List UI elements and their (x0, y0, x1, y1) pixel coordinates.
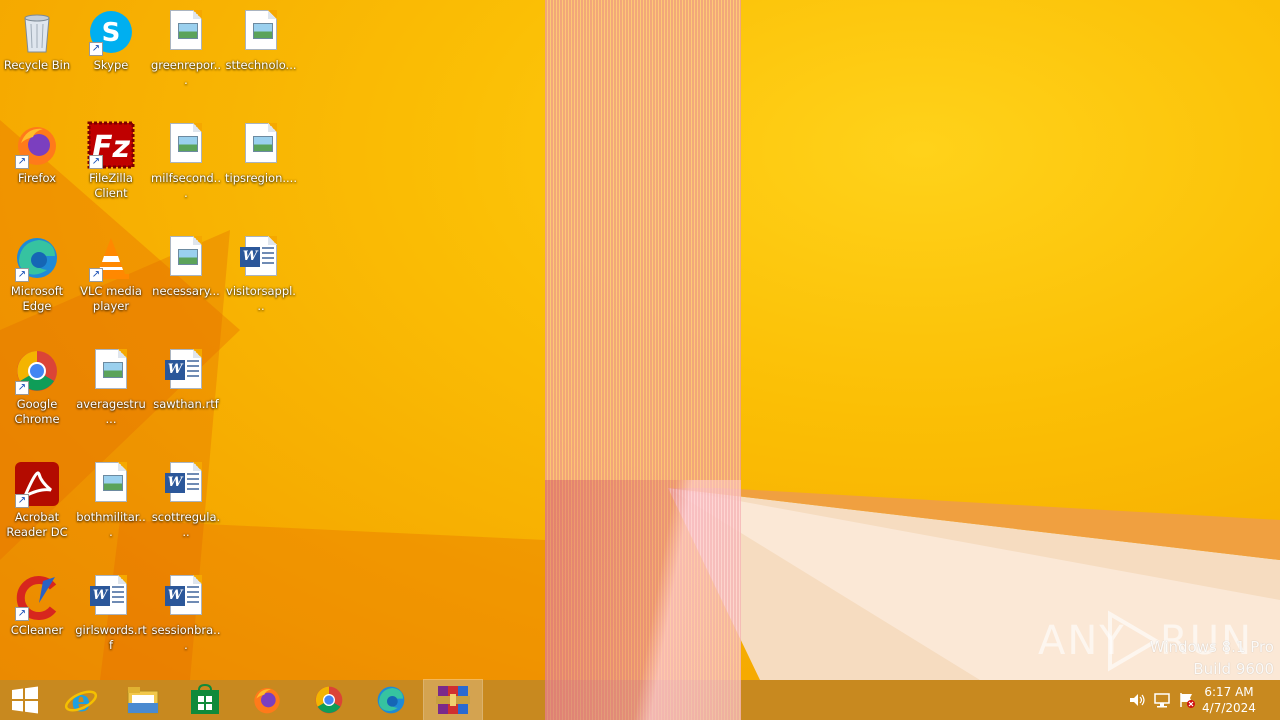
icon-label: sttechnolo... (225, 58, 297, 72)
word-document-icon: W (162, 573, 210, 621)
word-document-icon: W (162, 347, 210, 395)
windows-store-icon (191, 684, 219, 714)
desktop-icon-image-file[interactable]: averagestru... (75, 343, 147, 453)
icon-label: CCleaner (10, 623, 64, 637)
watermark-build: Build 9600 (1193, 660, 1274, 678)
shortcut-arrow-icon: ↗ (89, 155, 103, 169)
image-file-icon (162, 121, 210, 169)
shortcut-arrow-icon: ↗ (15, 155, 29, 169)
shortcut-arrow-icon: ↗ (15, 268, 29, 282)
icon-label: tipsregion.... (225, 171, 297, 185)
taskbar-file-explorer[interactable] (113, 680, 173, 720)
file-explorer-icon (127, 687, 159, 714)
word-document-icon: W (162, 460, 210, 508)
vlc-icon: ↗ (87, 234, 135, 282)
watermark-edition: Windows 8.1 Pro (1149, 638, 1274, 656)
desktop-icon-recycle-bin[interactable]: Recycle Bin (1, 4, 73, 114)
chrome-icon (315, 686, 343, 714)
icon-label: sessionbra... (151, 623, 221, 652)
taskbar-chrome[interactable] (299, 680, 359, 720)
word-document-icon: W (237, 234, 285, 282)
anyrun-logo-text-left: ANY (1038, 618, 1126, 664)
shortcut-arrow-icon: ↗ (15, 607, 29, 621)
desktop-icon-word-document[interactable]: W sessionbra... (150, 569, 222, 679)
desktop-icon-google-chrome[interactable]: ↗ Google Chrome (1, 343, 73, 453)
winrar-icon (436, 686, 470, 714)
image-file-icon (87, 347, 135, 395)
desktop-icon-microsoft-edge[interactable]: ↗ Microsoft Edge (1, 230, 73, 340)
image-file-icon (237, 8, 285, 56)
desktop-icon-vlc[interactable]: ↗ VLC media player (75, 230, 147, 340)
desktop-icon-image-file[interactable]: greenrepor... (150, 4, 222, 114)
ccleaner-icon: ↗ (13, 573, 61, 621)
icon-label: Google Chrome (14, 397, 60, 426)
desktop-icon-image-file[interactable]: milfsecond... (150, 117, 222, 227)
icon-label: Acrobat Reader DC (6, 510, 68, 539)
desktop-icon-word-document[interactable]: W sawthan.rtf (150, 343, 222, 453)
shortcut-arrow-icon: ↗ (15, 494, 29, 508)
desktop-icon-word-document[interactable]: W visitorsappl... (225, 230, 297, 340)
icon-label: Microsoft Edge (10, 284, 64, 313)
taskbar-windows-store[interactable] (175, 680, 235, 720)
desktop-icon-word-document[interactable]: W scottregula... (150, 456, 222, 566)
taskbar-edge[interactable] (361, 680, 421, 720)
desktop-icon-image-file[interactable]: bothmilitar... (75, 456, 147, 566)
desktop-icon-acrobat-reader[interactable]: ↗ Acrobat Reader DC (1, 456, 73, 566)
icon-label: scottregula... (151, 510, 221, 539)
icon-label: averagestru... (76, 397, 146, 426)
windows-start-icon (12, 686, 38, 714)
desktop-icon-firefox[interactable]: ↗ Firefox (1, 117, 73, 227)
desktop-icon-ccleaner[interactable]: ↗ CCleaner (1, 569, 73, 679)
clock-time: 6:17 AM (1204, 685, 1254, 699)
desktop-icon-skype[interactable]: S ↗ Skype (75, 4, 147, 114)
icon-label: Recycle Bin (3, 58, 71, 72)
icon-label: visitorsappl... (226, 284, 296, 313)
start-button[interactable] (0, 680, 50, 720)
desktop-icon-image-file[interactable]: tipsregion.... (225, 117, 297, 227)
acrobat-icon: ↗ (13, 460, 61, 508)
taskbar-internet-explorer[interactable]: e (51, 680, 111, 720)
desktop-icon-image-file[interactable]: necessary... (150, 230, 222, 340)
word-document-icon: W (87, 573, 135, 621)
image-file-icon (162, 234, 210, 282)
firefox-icon: ↗ (13, 121, 61, 169)
desktop-icon-filezilla[interactable]: Fz ↗ FileZilla Client (75, 117, 147, 227)
icon-label: Skype (93, 58, 129, 72)
taskbar-clock[interactable]: 6:17 AM 4/7/2024 (1194, 684, 1264, 716)
icon-label: FileZilla Client (89, 171, 133, 200)
desktop-icon-image-file[interactable]: sttechnolo... (225, 4, 297, 114)
taskbar-winrar[interactable] (423, 679, 483, 720)
edge-icon (377, 686, 405, 714)
icon-label: sawthan.rtf (153, 397, 219, 411)
icon-label: girlswords.rtf (75, 623, 147, 652)
firefox-icon (254, 688, 280, 714)
icon-label: greenrepor... (150, 58, 222, 87)
icon-label: necessary... (152, 284, 220, 298)
icon-label: milfsecond... (151, 171, 221, 200)
image-file-icon (237, 121, 285, 169)
network-icon[interactable] (1153, 692, 1171, 708)
icon-label: VLC media player (80, 284, 142, 313)
filezilla-icon: Fz ↗ (87, 121, 135, 169)
image-file-icon (162, 8, 210, 56)
chrome-icon: ↗ (13, 347, 61, 395)
edge-icon: ↗ (13, 234, 61, 282)
svg-text:e: e (71, 684, 90, 717)
desktop-icon-word-document[interactable]: W girlswords.rtf (75, 569, 147, 679)
icon-label: bothmilitar... (76, 510, 146, 539)
skype-icon: S ↗ (87, 8, 135, 56)
icon-label: Firefox (17, 171, 57, 185)
shortcut-arrow-icon: ↗ (89, 268, 103, 282)
image-file-icon (87, 460, 135, 508)
clock-date: 4/7/2024 (1202, 701, 1256, 715)
shortcut-arrow-icon: ↗ (15, 381, 29, 395)
shortcut-arrow-icon: ↗ (89, 42, 103, 56)
taskbar-firefox[interactable] (237, 680, 297, 720)
recycle-bin-icon (13, 8, 61, 56)
speaker-icon[interactable] (1128, 692, 1146, 708)
internet-explorer-icon: e (64, 684, 98, 717)
svg-text:S: S (102, 18, 121, 48)
taskbar: e 6:17 AM 4/7/2024 (0, 679, 1280, 720)
windows-version-watermark: Windows 8.1 Pro Build 9600 (1150, 636, 1274, 680)
